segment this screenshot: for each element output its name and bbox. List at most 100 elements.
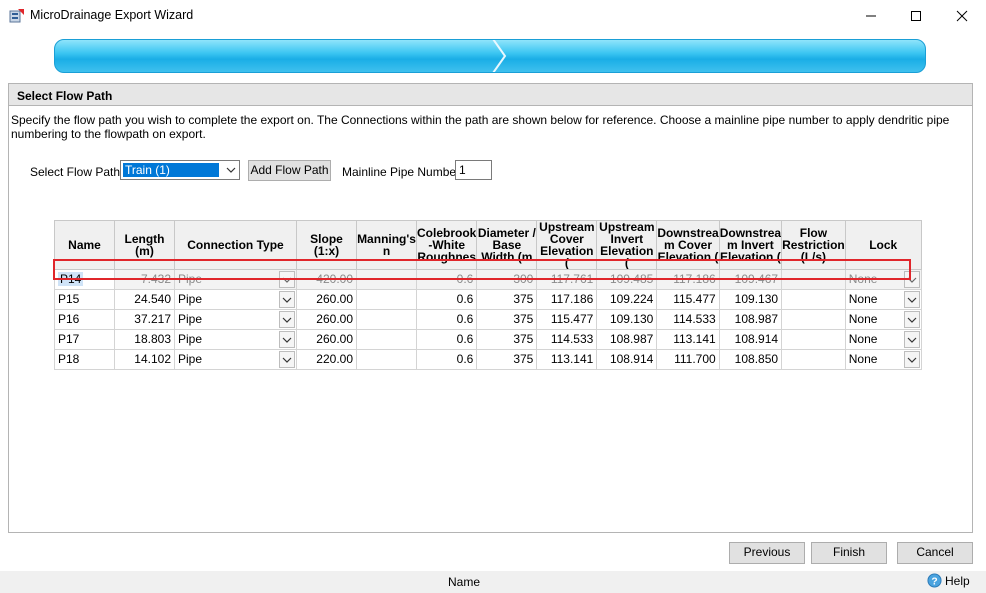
manning-cell[interactable] <box>356 269 417 290</box>
upstream-cover-cell[interactable]: 115.477 <box>536 309 598 330</box>
connection-type-cell[interactable]: Pipe <box>174 269 297 290</box>
cancel-button[interactable]: Cancel <box>897 542 973 564</box>
help-link[interactable]: ? Help <box>927 573 970 588</box>
column-header[interactable]: Upstream Cover Elevation ( <box>536 220 598 270</box>
table-row[interactable]: P16 37.217 Pipe 260.00 0.6 375 115.477 1… <box>54 309 922 330</box>
diameter-cell[interactable]: 375 <box>476 329 538 350</box>
diameter-cell[interactable]: 375 <box>476 289 538 310</box>
manning-cell[interactable] <box>356 329 417 350</box>
connection-type-cell[interactable]: Pipe <box>174 349 297 370</box>
downstream-invert-cell[interactable]: 108.850 <box>718 349 783 370</box>
flow-restriction-cell[interactable] <box>781 309 846 330</box>
column-header[interactable]: Length (m) <box>114 220 175 270</box>
column-header[interactable]: Upstream Invert Elevation ( <box>596 220 658 270</box>
colebrook-cell[interactable]: 0.6 <box>415 289 478 310</box>
name-cell[interactable]: P18 <box>54 349 115 370</box>
downstream-invert-cell[interactable]: 108.914 <box>718 329 783 350</box>
mainline-pipe-number-input[interactable]: 1 <box>455 160 492 180</box>
column-header[interactable]: Colebrook -White Roughnes <box>415 220 478 270</box>
lock-cell[interactable]: None <box>844 269 922 290</box>
lock-cell[interactable]: None <box>844 349 922 370</box>
chevron-down-icon[interactable] <box>279 291 295 308</box>
connection-type-cell[interactable]: Pipe <box>174 289 297 310</box>
manning-cell[interactable] <box>356 309 417 330</box>
table-row[interactable]: P18 14.102 Pipe 220.00 0.6 375 113.141 1… <box>54 349 922 370</box>
colebrook-cell[interactable]: 0.6 <box>415 349 478 370</box>
minimize-icon[interactable] <box>848 0 894 31</box>
slope-cell[interactable]: 260.00 <box>296 289 357 310</box>
column-header[interactable]: Downstrea m Invert Elevation ( <box>718 220 783 270</box>
chevron-down-icon[interactable] <box>279 271 295 288</box>
slope-cell[interactable]: 260.00 <box>296 309 357 330</box>
column-header[interactable]: Connection Type <box>174 220 297 270</box>
slope-cell[interactable]: 220.00 <box>296 349 357 370</box>
name-cell[interactable]: P15 <box>54 289 115 310</box>
diameter-cell[interactable]: 375 <box>476 349 538 370</box>
length-cell[interactable]: 24.540 <box>114 289 175 310</box>
column-header[interactable]: Name <box>54 220 115 270</box>
upstream-invert-cell[interactable]: 108.987 <box>596 329 658 350</box>
name-cell[interactable]: P14 <box>54 269 115 290</box>
upstream-cover-cell[interactable]: 114.533 <box>536 329 598 350</box>
column-header[interactable]: Flow Restriction (L/s) <box>781 220 846 270</box>
upstream-invert-cell[interactable]: 109.224 <box>596 289 658 310</box>
upstream-invert-cell[interactable]: 108.914 <box>596 349 658 370</box>
chevron-down-icon[interactable] <box>903 291 920 308</box>
maximize-icon[interactable] <box>893 0 939 31</box>
lock-cell[interactable]: None <box>844 289 922 310</box>
upstream-invert-cell[interactable]: 109.130 <box>596 309 658 330</box>
column-header[interactable]: Slope (1:x) <box>296 220 357 270</box>
downstream-invert-cell[interactable]: 109.130 <box>718 289 783 310</box>
chevron-down-icon[interactable] <box>279 351 295 368</box>
downstream-cover-cell[interactable]: 114.533 <box>656 309 720 330</box>
name-cell[interactable]: P17 <box>54 329 115 350</box>
flow-restriction-cell[interactable] <box>781 269 846 290</box>
upstream-cover-cell[interactable]: 117.761 <box>536 269 598 290</box>
lock-cell[interactable]: None <box>844 309 922 330</box>
downstream-cover-cell[interactable]: 113.141 <box>656 329 720 350</box>
table-row[interactable]: P14 7.432 Pipe 420.00 0.6 300 117.761 10… <box>54 269 922 290</box>
colebrook-cell[interactable]: 0.6 <box>415 329 478 350</box>
slope-cell[interactable]: 260.00 <box>296 329 357 350</box>
close-icon[interactable] <box>939 0 985 31</box>
table-row[interactable]: P17 18.803 Pipe 260.00 0.6 375 114.533 1… <box>54 329 922 350</box>
column-header[interactable]: Downstrea m Cover Elevation ( <box>656 220 720 270</box>
finish-button[interactable]: Finish <box>811 542 887 564</box>
slope-cell[interactable]: 420.00 <box>296 269 357 290</box>
length-cell[interactable]: 7.432 <box>114 269 175 290</box>
chevron-down-icon[interactable] <box>903 331 920 348</box>
add-flow-path-button[interactable]: Add Flow Path <box>248 160 331 181</box>
manning-cell[interactable] <box>356 349 417 370</box>
manning-cell[interactable] <box>356 289 417 310</box>
downstream-invert-cell[interactable]: 108.987 <box>718 309 783 330</box>
upstream-invert-cell[interactable]: 109.485 <box>596 269 658 290</box>
chevron-down-icon[interactable] <box>279 311 295 328</box>
colebrook-cell[interactable]: 0.6 <box>415 269 478 290</box>
chevron-down-icon[interactable] <box>279 331 295 348</box>
chevron-down-icon[interactable] <box>903 351 920 368</box>
column-header[interactable]: Manning's n <box>356 220 417 270</box>
chevron-down-icon[interactable] <box>903 271 920 288</box>
diameter-cell[interactable]: 375 <box>476 309 538 330</box>
table-row[interactable]: P15 24.540 Pipe 260.00 0.6 375 117.186 1… <box>54 289 922 310</box>
downstream-cover-cell[interactable]: 117.186 <box>656 269 720 290</box>
previous-button[interactable]: Previous <box>729 542 805 564</box>
connection-type-cell[interactable]: Pipe <box>174 309 297 330</box>
upstream-cover-cell[interactable]: 117.186 <box>536 289 598 310</box>
length-cell[interactable]: 14.102 <box>114 349 175 370</box>
column-header[interactable]: Lock <box>844 220 922 270</box>
flow-restriction-cell[interactable] <box>781 329 846 350</box>
colebrook-cell[interactable]: 0.6 <box>415 309 478 330</box>
flow-restriction-cell[interactable] <box>781 349 846 370</box>
length-cell[interactable]: 37.217 <box>114 309 175 330</box>
downstream-cover-cell[interactable]: 115.477 <box>656 289 720 310</box>
name-cell[interactable]: P16 <box>54 309 115 330</box>
connection-type-cell[interactable]: Pipe <box>174 329 297 350</box>
downstream-invert-cell[interactable]: 109.467 <box>718 269 783 290</box>
diameter-cell[interactable]: 300 <box>476 269 538 290</box>
downstream-cover-cell[interactable]: 111.700 <box>656 349 720 370</box>
column-header[interactable]: Diameter / Base Width (m <box>476 220 538 270</box>
lock-cell[interactable]: None <box>844 329 922 350</box>
chevron-down-icon[interactable] <box>903 311 920 328</box>
upstream-cover-cell[interactable]: 113.141 <box>536 349 598 370</box>
